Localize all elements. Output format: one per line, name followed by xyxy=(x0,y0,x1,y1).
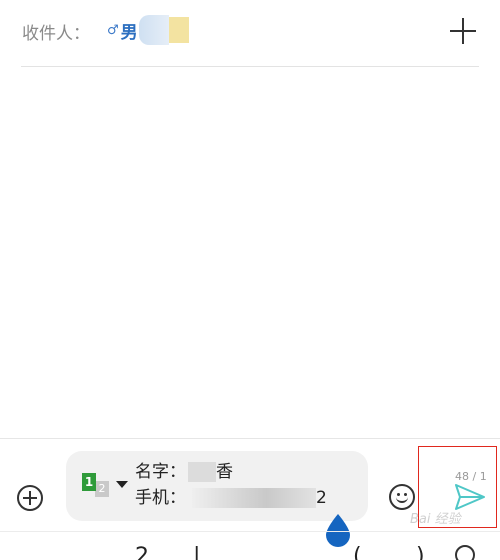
send-button[interactable] xyxy=(454,483,486,511)
smiley-mouth xyxy=(396,495,408,503)
message-input[interactable]: 2 1 名字： 香 手机： 2 xyxy=(66,451,368,521)
character-count: 48 / 1 xyxy=(455,470,487,483)
contact-name-row: 名字： 香 xyxy=(135,459,327,485)
recipient-name: 男 xyxy=(120,22,138,43)
recipient-label: 收件人： xyxy=(22,24,90,44)
keyboard-key[interactable]: ( xyxy=(353,544,362,560)
blurred-contact-name xyxy=(188,462,216,482)
smiley-icon[interactable] xyxy=(389,484,415,510)
clear-icon[interactable] xyxy=(455,545,475,560)
blurred-name-part xyxy=(138,15,169,45)
contact-card: 名字： 香 手机： 2 xyxy=(135,459,327,511)
contact-phone-row: 手机： 2 xyxy=(135,485,327,511)
recipient-bar: 收件人： ♂ 男 xyxy=(0,0,500,66)
chevron-down-icon[interactable] xyxy=(116,481,128,488)
add-recipient-button[interactable] xyxy=(448,16,478,46)
watermark: Bai 经验 xyxy=(410,512,461,527)
message-thread xyxy=(0,67,500,439)
keyboard-key[interactable]: 2 xyxy=(135,544,149,560)
circle-plus-icon[interactable] xyxy=(17,485,43,511)
keyboard-key[interactable]: | xyxy=(193,544,200,560)
blurred-phone-number xyxy=(192,488,316,508)
contact-phone-suffix: 2 xyxy=(316,488,327,508)
send-icon xyxy=(455,484,485,510)
gender-icon: ♂ xyxy=(107,22,119,38)
sim-1-badge: 1 xyxy=(82,473,96,491)
blurred-name-part xyxy=(168,17,189,43)
contact-phone-label: 手机： xyxy=(135,488,186,508)
sim-card-icon[interactable]: 2 1 xyxy=(82,473,110,497)
sim-2-badge: 2 xyxy=(95,481,109,497)
contact-name-label: 名字： xyxy=(135,462,186,482)
keyboard-key[interactable]: ) xyxy=(416,544,425,560)
recipient-chip[interactable]: ♂ 男 xyxy=(107,14,189,46)
contact-name-suffix: 香 xyxy=(216,462,233,482)
keyboard-row: 2 | ( ) xyxy=(0,531,500,560)
